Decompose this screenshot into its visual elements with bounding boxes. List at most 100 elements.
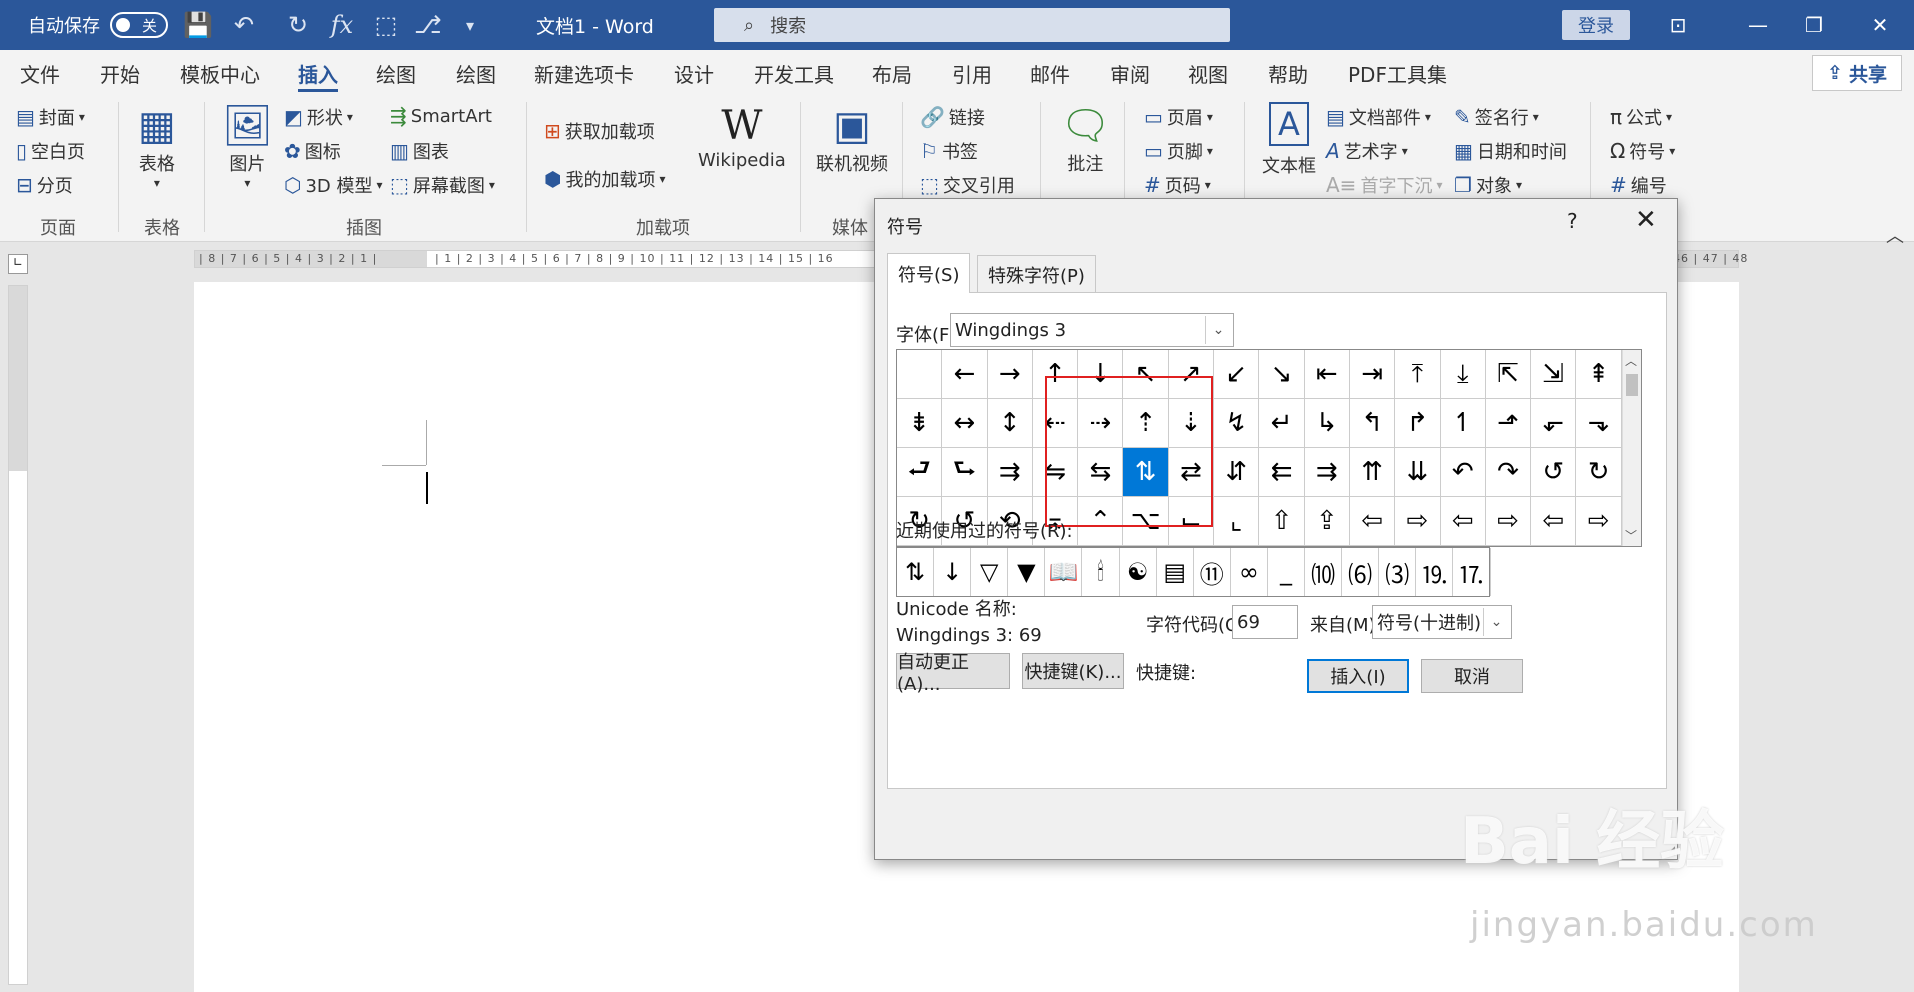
symbol-cell[interactable]: ↙ [1214,350,1260,399]
symbol-cell[interactable]: ↰ [1349,399,1396,448]
symbol-cell[interactable]: ⇥ [1349,350,1396,399]
wordart-button[interactable]: A 艺术字 ▾ [1326,138,1408,164]
online-video-button[interactable]: ▣ 联机视频 [816,102,888,176]
close-icon[interactable]: ✕ [1635,205,1657,235]
symbol-cell[interactable]: ⇉ [987,448,1033,497]
tab-special-chars[interactable]: 特殊字符(P) [977,255,1096,293]
recent-symbol-cell[interactable]: ⇅ [897,548,935,596]
symbol-cell[interactable]: ⇞ [1576,350,1622,399]
scroll-down-icon[interactable]: ﹀ [1625,527,1637,544]
symbol-cell[interactable]: ← [942,350,988,399]
tab-help[interactable]: 帮助 [1268,50,1308,96]
symbol-cell[interactable]: ⇤ [1304,350,1350,399]
symbol-cell[interactable]: ⇧ [1259,497,1305,546]
collapse-ribbon-icon[interactable]: ︿ [1886,222,1904,248]
date-time-button[interactable]: ▦ 日期和时间 [1454,138,1567,164]
insert-button[interactable]: 插入(I) [1307,659,1409,693]
recent-symbol-cell[interactable]: ⒘ [1453,548,1491,596]
cover-page-button[interactable]: ▤ 封面 ▾ [16,104,85,130]
symbol-cell[interactable]: ⬐ [1531,399,1577,448]
share-button[interactable]: ⇪ 共享 [1812,55,1902,91]
recent-symbol-cell[interactable]: ☯ [1120,548,1157,596]
dropcap-button[interactable]: A≡ 首字下沉 ▾ [1326,172,1442,198]
recent-symbol-cell[interactable]: ⑶ [1379,548,1417,596]
screenshot-button[interactable]: ⬚ 屏幕截图 ▾ [390,172,495,198]
comment-button[interactable]: 🗨 批注 [1060,102,1111,176]
get-addins-button[interactable]: ⊞ 获取加载项 [544,118,655,144]
quick-parts-button[interactable]: ▤ 文档部件 ▾ [1326,104,1431,130]
my-addins-button[interactable]: ⬢ 我的加载项 ▾ [544,166,666,192]
char-code-input[interactable]: 69 [1232,605,1298,639]
org-chart-icon[interactable]: ⎇ [410,0,446,50]
smartart-button[interactable]: ⇶ SmartArt [390,104,492,128]
signature-line-button[interactable]: ✎ 签名行 ▾ [1454,104,1539,130]
tab-stop-selector[interactable]: ∟ [8,254,28,274]
symbol-cell[interactable]: ↶ [1440,448,1486,497]
symbol-cell[interactable]: ↕ [987,399,1033,448]
touch-mode-icon[interactable]: ⬚ [368,0,404,50]
recent-symbol-cell[interactable]: ∞ [1231,548,1268,596]
recent-symbol-cell[interactable]: ⑪ [1194,548,1231,596]
symbol-cell[interactable]: ⤓ [1440,350,1486,399]
symbol-button[interactable]: Ω 符号 ▾ [1610,138,1675,164]
symbol-cell[interactable]: ↿ [1440,399,1486,448]
recent-symbol-cell[interactable]: ⑽ [1305,548,1343,596]
page-break-button[interactable]: ⊟ 分页 [16,172,73,198]
tab-home[interactable]: 开始 [100,50,140,96]
symbol-cell[interactable]: ↯ [1214,399,1260,448]
symbol-cell[interactable]: ⮐ [897,448,943,497]
tab-view[interactable]: 视图 [1188,50,1228,96]
recent-symbol-cell[interactable]: ↓ [934,548,972,596]
tab-symbols[interactable]: 符号(S) [887,253,971,293]
scroll-up-icon[interactable]: ︿ [1625,352,1637,369]
symbol-cell[interactable]: ⇦ [1349,497,1396,546]
tab-review[interactable]: 审阅 [1110,50,1150,96]
symbol-cell[interactable]: ⇲ [1531,350,1577,399]
symbol-cell[interactable]: ⇇ [1259,448,1305,497]
equation-button[interactable]: π 公式 ▾ [1610,104,1672,130]
bookmark-button[interactable]: ⚐ 书签 [920,138,978,164]
login-button[interactable]: 登录 [1562,10,1630,40]
symbol-cell[interactable]: ⇟ [897,399,943,448]
symbol-cell[interactable]: ↱ [1395,399,1441,448]
header-button[interactable]: ▭ 页眉 ▾ [1144,104,1213,130]
symbol-cell[interactable]: ⮑ [942,448,988,497]
symbol-cell[interactable]: ⇦ [1531,497,1577,546]
recent-symbol-cell[interactable]: ▼ [1008,548,1046,596]
restore-icon[interactable]: ❐ [1786,0,1842,50]
blank-page-button[interactable]: ▯ 空白页 [16,138,85,164]
tab-file[interactable]: 文件 [20,50,60,96]
scroll-thumb[interactable] [1626,374,1638,396]
symbol-cell[interactable]: ⇊ [1395,448,1441,497]
number-button[interactable]: # 编号 [1610,172,1667,198]
object-button[interactable]: ❐ 对象 ▾ [1454,172,1522,198]
customize-qat-icon[interactable]: ▾ [452,0,488,50]
autocorrect-button[interactable]: 自动更正(A)... [896,652,1010,695]
symbol-cell[interactable]: ⇪ [1304,497,1350,546]
table-button[interactable]: ▦ 表格 ▾ [138,102,176,190]
symbol-cell[interactable] [897,350,943,399]
tab-layout[interactable]: 布局 [872,50,912,96]
recent-symbol-cell[interactable]: ▤ [1157,548,1194,596]
recent-symbol-cell[interactable]: ▽ [971,548,1009,596]
icons-button[interactable]: ✿ 图标 [284,138,341,164]
symbol-cell[interactable]: ⇉ [1304,448,1350,497]
wikipedia-button[interactable]: W Wikipedia [698,102,786,171]
symbol-cell[interactable]: ⇱ [1485,350,1532,399]
minimize-icon[interactable]: — [1730,0,1786,50]
symbol-cell[interactable]: ⬎ [1576,399,1622,448]
tab-draw-2[interactable]: 绘图 [456,50,496,96]
grid-scrollbar[interactable]: ︿ ﹀ [1622,350,1641,546]
recent-symbols[interactable]: ⇅ ↓ ▽ ▼ 📖 🕯 ☯ ▤ ⑪ ∞ _ ⑽ ⑹ ⑶ ⒚ ⒘ [896,547,1491,597]
3d-model-button[interactable]: ⬡ 3D 模型 ▾ [284,172,383,198]
symbol-cell[interactable]: ⇵ [1214,448,1260,497]
tab-draw[interactable]: 绘图 [376,50,416,96]
shortcut-key-button[interactable]: 快捷键(K)... [1022,653,1124,689]
formula-icon[interactable]: fx [324,0,360,50]
symbol-cell[interactable]: ↘ [1259,350,1305,399]
symbol-cell[interactable]: ⤒ [1395,350,1441,399]
tab-references[interactable]: 引用 [952,50,992,96]
tab-templates[interactable]: 模板中心 [180,50,260,96]
symbol-cell[interactable]: ↔ [942,399,988,448]
autosave-toggle[interactable]: 关 [110,12,168,38]
